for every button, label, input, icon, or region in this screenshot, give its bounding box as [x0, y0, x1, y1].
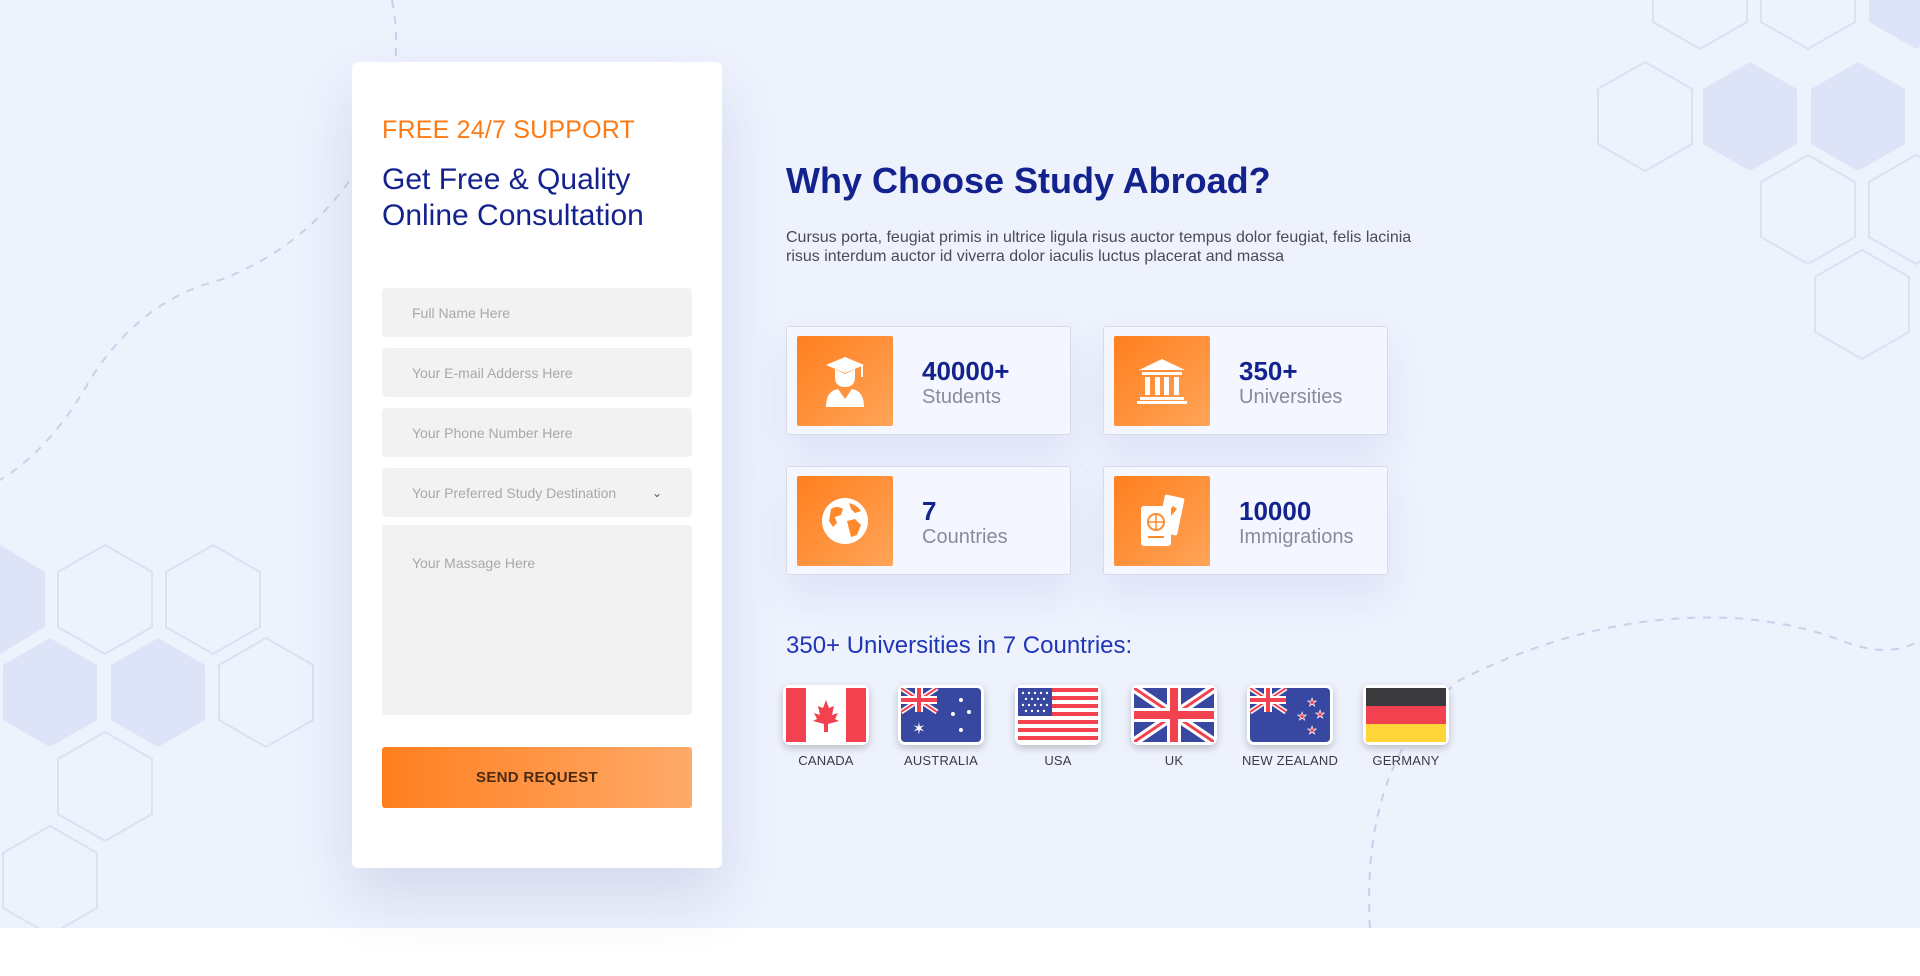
university-building-icon	[1114, 336, 1210, 426]
support-kicker: FREE 24/7 SUPPORT	[382, 116, 636, 144]
study-destination-value: Your Preferred Study Destination	[412, 484, 617, 501]
phone-input[interactable]	[382, 408, 692, 457]
country-canada[interactable]: CANADA	[755, 685, 875, 775]
stat-card-universities: 350+ Universities	[1103, 326, 1388, 435]
section-description: Cursus porta, feugiat primis in ultrice …	[786, 229, 1412, 265]
stat-value: 350+	[1239, 356, 1298, 386]
chevron-down-icon: ⌄	[651, 485, 662, 500]
globe-icon	[797, 476, 893, 566]
section-background	[0, 0, 1920, 928]
stat-value: 40000+	[922, 356, 1010, 386]
country-australia[interactable]: ✶ AUSTRALIA	[870, 685, 990, 775]
stat-value: 10000	[1239, 496, 1312, 526]
stat-label: Universities	[1239, 386, 1343, 408]
send-request-button[interactable]: SEND REQUEST	[382, 747, 692, 808]
country-germany[interactable]: GERMANY	[1335, 685, 1455, 775]
new-zealand-flag-icon: ★ ★ ★ ★	[1247, 685, 1333, 745]
country-usa[interactable]: USA	[987, 685, 1107, 775]
flag-label: GERMANY	[1372, 753, 1440, 768]
email-input[interactable]	[382, 348, 692, 397]
message-textarea[interactable]	[382, 525, 692, 715]
usa-flag-icon	[1015, 685, 1101, 745]
stat-label: Immigrations	[1239, 526, 1354, 548]
country-new-zealand[interactable]: ★ ★ ★ ★ NEW ZEALAND	[1219, 685, 1339, 775]
stat-value: 7	[922, 496, 937, 526]
section-title: Why Choose Study Abroad?	[786, 160, 1271, 201]
svg-text:✶: ✶	[912, 719, 925, 738]
graduate-icon	[797, 336, 893, 426]
germany-flag-icon	[1363, 685, 1449, 745]
stat-card-countries: 7 Countries	[786, 466, 1071, 575]
form-title: Get Free & Quality Online Consultation	[382, 163, 644, 232]
countries-title: 350+ Universities in 7 Countries:	[786, 632, 1133, 659]
svg-text:★: ★	[1315, 708, 1325, 721]
canada-flag-icon	[783, 685, 869, 745]
stat-card-immigrations: 10000 Immigrations	[1103, 466, 1388, 575]
australia-flag-icon: ✶	[898, 685, 984, 745]
passport-ticket-icon	[1114, 476, 1210, 566]
stat-label: Students	[922, 386, 1001, 408]
decorative-background-pattern	[0, 0, 1920, 928]
svg-text:★: ★	[1307, 724, 1317, 737]
study-destination-select[interactable]: Your Preferred Study Destination ⌄	[382, 468, 692, 517]
stat-card-students: 40000+ Students	[786, 326, 1071, 435]
full-name-input[interactable]	[382, 288, 692, 337]
svg-text:★: ★	[1297, 710, 1307, 723]
country-uk[interactable]: UK	[1103, 685, 1223, 775]
stat-label: Countries	[922, 526, 1008, 548]
consultation-form-card: FREE 24/7 SUPPORT Get Free & Quality Onl…	[352, 62, 722, 868]
uk-flag-icon	[1131, 685, 1217, 745]
